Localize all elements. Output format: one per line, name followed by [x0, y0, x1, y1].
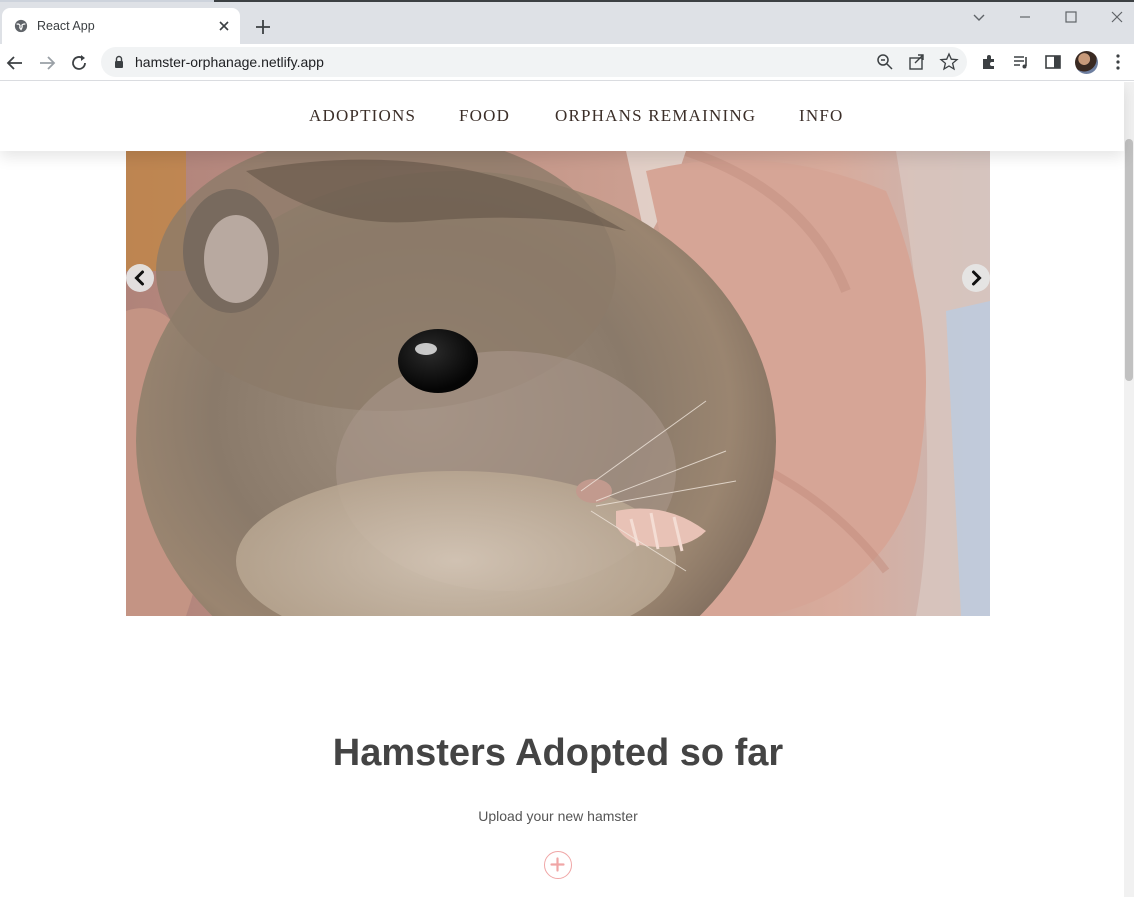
carousel-prev-button[interactable] — [126, 264, 154, 292]
tab-search-icon[interactable] — [968, 6, 990, 28]
upload-label: Upload your new hamster — [478, 808, 638, 824]
tab-strip-edge-highlight — [0, 0, 214, 2]
window-close-icon[interactable] — [1106, 6, 1128, 28]
plus-circle-icon — [550, 857, 565, 872]
reload-icon[interactable] — [68, 52, 90, 74]
site-nav: ADOPTIONS FOOD ORPHANS REMAINING INFO — [0, 82, 1124, 151]
hamster-carousel — [126, 151, 990, 616]
browser-tab-bar: React App — [0, 0, 1134, 44]
page-viewport: ADOPTIONS FOOD ORPHANS REMAINING INFO Ha… — [0, 82, 1134, 897]
nav-orphans-remaining[interactable]: ORPHANS REMAINING — [555, 106, 756, 126]
forward-arrow-icon[interactable] — [36, 52, 58, 74]
url-text[interactable]: hamster-orphanage.netlify.app — [135, 54, 324, 70]
maximize-icon[interactable] — [1060, 6, 1082, 28]
minimize-icon[interactable] — [1014, 6, 1036, 28]
hamster-photo — [126, 151, 990, 616]
chevron-left-icon — [134, 270, 144, 286]
globe-icon — [14, 19, 28, 33]
lock-icon[interactable] — [112, 55, 126, 69]
tab-title: React App — [37, 19, 95, 33]
side-panel-icon[interactable] — [1043, 52, 1063, 72]
new-tab-icon[interactable] — [252, 16, 274, 38]
media-queue-icon[interactable] — [1011, 52, 1031, 72]
browser-tab[interactable]: React App — [2, 8, 240, 44]
zoom-icon[interactable] — [875, 52, 895, 72]
upload-hamster-button[interactable] — [544, 851, 572, 879]
nav-info[interactable]: INFO — [799, 106, 843, 126]
carousel-next-button[interactable] — [962, 264, 990, 292]
scrollbar-thumb[interactable] — [1125, 139, 1133, 381]
more-menu-icon[interactable] — [1108, 52, 1128, 72]
profile-avatar[interactable] — [1075, 51, 1098, 74]
nav-food[interactable]: FOOD — [459, 106, 510, 126]
back-arrow-icon[interactable] — [4, 52, 26, 74]
extensions-icon[interactable] — [979, 52, 999, 72]
browser-toolbar: hamster-orphanage.netlify.app — [0, 44, 1134, 81]
share-icon[interactable] — [907, 52, 927, 72]
address-bar[interactable]: hamster-orphanage.netlify.app — [101, 47, 967, 77]
page-scrollbar[interactable] — [1124, 82, 1134, 897]
close-icon[interactable] — [215, 17, 233, 35]
chevron-right-icon — [972, 270, 982, 286]
adopted-heading: Hamsters Adopted so far — [332, 732, 784, 774]
nav-adoptions[interactable]: ADOPTIONS — [309, 106, 416, 126]
bookmark-star-icon[interactable] — [939, 52, 959, 72]
